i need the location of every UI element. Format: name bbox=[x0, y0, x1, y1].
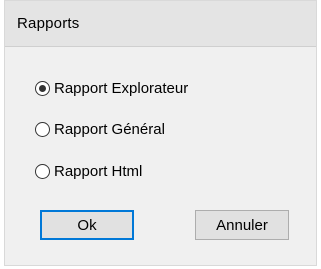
cancel-button[interactable]: Annuler bbox=[195, 210, 289, 240]
radio-rapport-general[interactable]: Rapport Général bbox=[35, 118, 165, 140]
radio-unchecked-icon[interactable] bbox=[35, 163, 50, 179]
radio-label[interactable]: Rapport Explorateur bbox=[54, 80, 188, 97]
radio-label[interactable]: Rapport Html bbox=[54, 163, 142, 180]
dialog-title-bar: Rapports bbox=[5, 1, 316, 47]
dialog-title: Rapports bbox=[17, 15, 80, 32]
radio-unchecked-icon[interactable] bbox=[35, 121, 50, 137]
rapports-dialog: Rapports Rapport Explorateur Rapport Gén… bbox=[4, 0, 317, 266]
radio-rapport-explorateur[interactable]: Rapport Explorateur bbox=[35, 77, 188, 99]
ok-button[interactable]: Ok bbox=[40, 210, 134, 240]
radio-rapport-html[interactable]: Rapport Html bbox=[35, 160, 142, 182]
radio-label[interactable]: Rapport Général bbox=[54, 121, 165, 138]
radio-checked-icon[interactable] bbox=[35, 80, 50, 96]
